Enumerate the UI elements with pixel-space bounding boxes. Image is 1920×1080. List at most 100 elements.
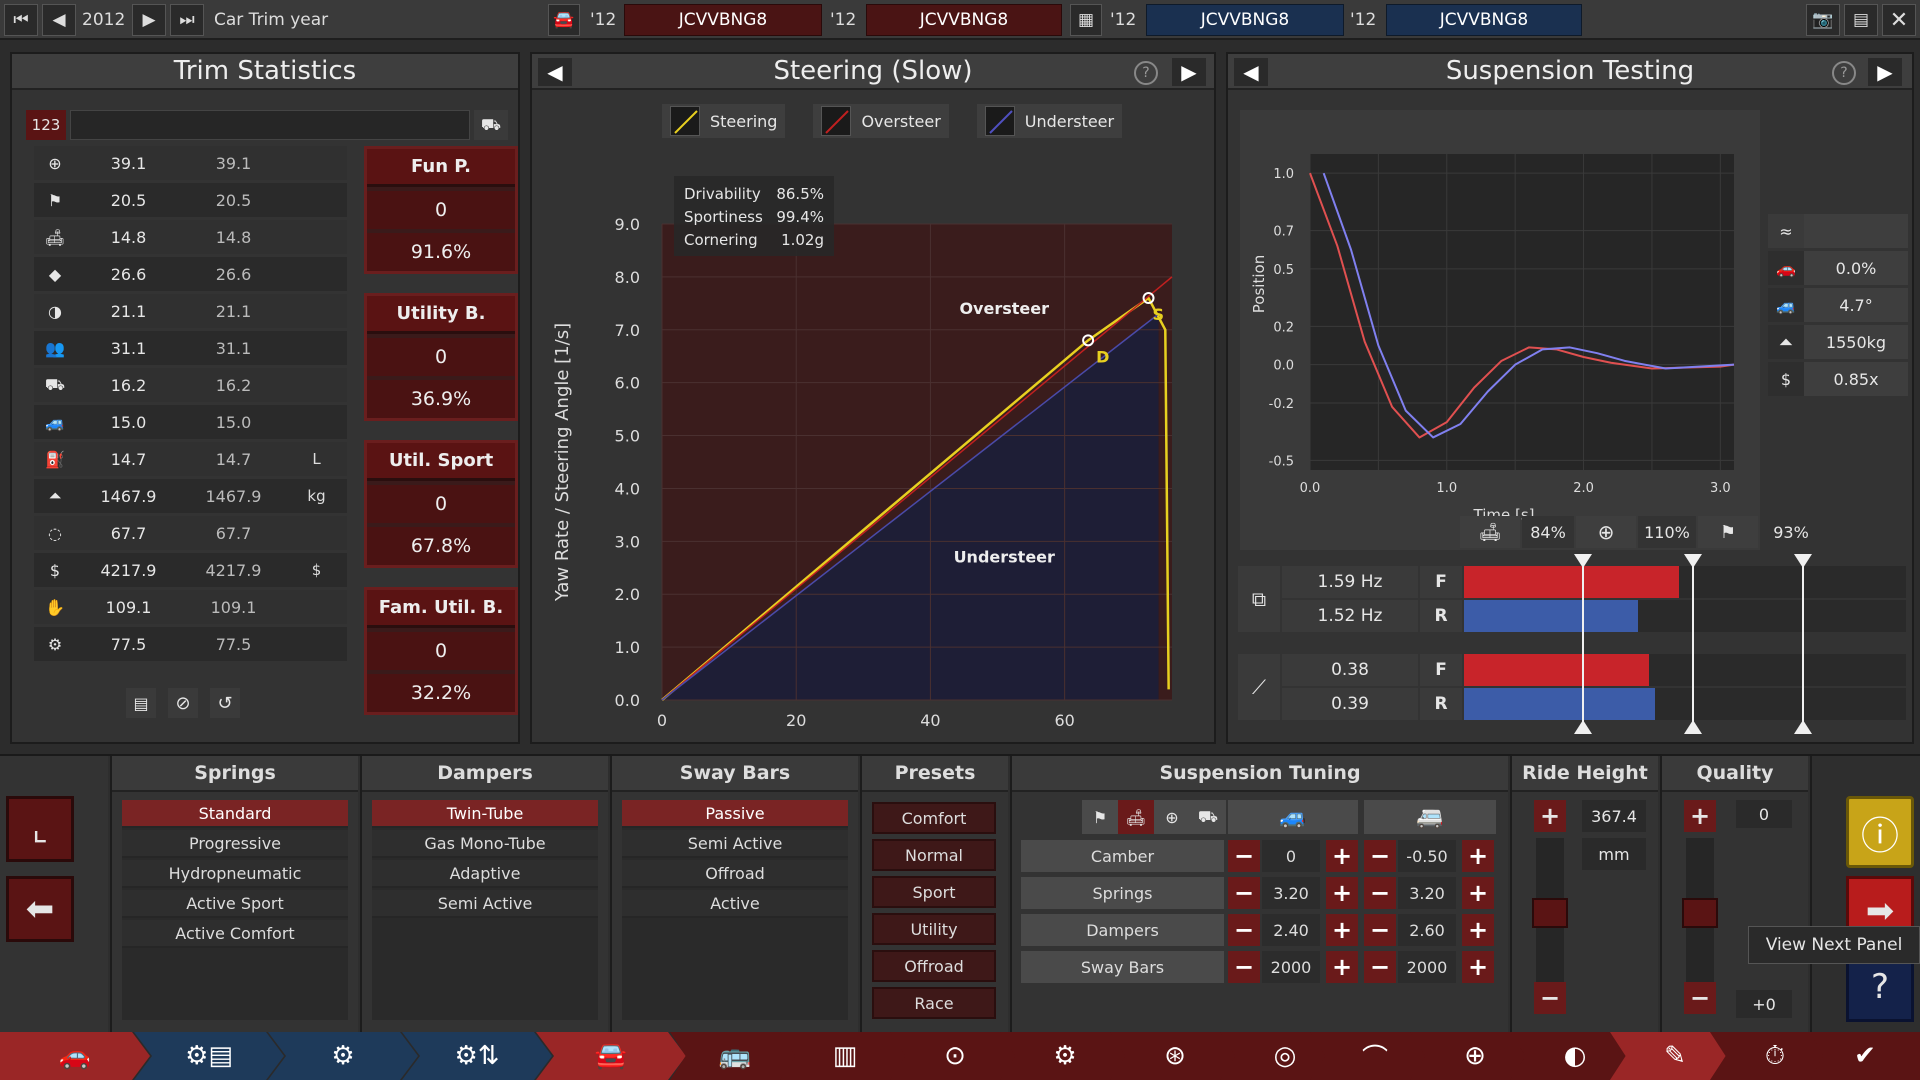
trim-name-input[interactable] [70, 110, 470, 140]
first-year-button[interactable]: ⏮ [4, 4, 38, 36]
legend-swatch-oversteer [821, 106, 852, 136]
front-increase-button[interactable]: + [1326, 951, 1358, 983]
preset-button[interactable]: Sport [872, 876, 996, 908]
sway-option[interactable]: Passive [622, 800, 848, 828]
car-body-icon[interactable]: 🚗 [0, 1032, 150, 1080]
quality-slider-handle[interactable] [1682, 898, 1718, 928]
springs-option[interactable]: Standard [122, 800, 348, 828]
prev-year-button[interactable]: ◀ [42, 4, 76, 36]
rear-decrease-button[interactable]: − [1364, 951, 1396, 983]
calculator-icon[interactable]: ▤ [1844, 4, 1878, 36]
steering-stat: Sportiness 99.4% [684, 205, 824, 228]
suspension-testing-panel: Suspension Testing ◀ ? ▶ 1.0 0.7 0.5 0.2 0.0… [1226, 52, 1914, 744]
rear-increase-button[interactable]: + [1462, 914, 1494, 946]
close-icon[interactable]: ✕ [1882, 4, 1916, 36]
springs-option[interactable]: Progressive [122, 830, 348, 858]
rear-increase-button[interactable]: + [1462, 877, 1494, 909]
next-panel-button[interactable]: ▶ [1868, 58, 1902, 86]
wheel-icon[interactable]: ⊛ [1110, 1032, 1240, 1080]
ride-height-decrease[interactable]: − [1534, 982, 1566, 1014]
help-icon[interactable]: ? [1832, 61, 1856, 85]
compare-slot-2[interactable]: JCVVBNG8 [866, 4, 1062, 36]
sway-option[interactable]: Active [622, 890, 848, 918]
preset-button[interactable]: Race [872, 987, 996, 1019]
disable-icon[interactable]: ⊘ [168, 688, 198, 718]
next-panel-button[interactable]: ▶ [1172, 58, 1206, 86]
preset-button[interactable]: Offroad [872, 950, 996, 982]
legend-oversteer[interactable]: Oversteer [813, 104, 949, 138]
front-increase-button[interactable]: + [1326, 914, 1358, 946]
reset-icon[interactable]: ↺ [210, 688, 240, 718]
legend-steering[interactable]: Steering [662, 104, 786, 138]
car-icon[interactable]: 🚘 [548, 4, 580, 36]
marker-d-label: D [1096, 347, 1109, 366]
interior-icon[interactable]: ▥ [780, 1032, 910, 1080]
trim-stat-row: 🚙 15.0 15.0 [34, 405, 347, 439]
car-select-icon[interactable]: ⛟ [474, 110, 508, 140]
gearbox-icon[interactable]: ⚙ [1000, 1032, 1130, 1080]
truck-icon[interactable]: ⛟ [1190, 800, 1226, 834]
stat-compare: 15.0 [215, 412, 252, 432]
chassis-tune-icon[interactable]: 🚘 [536, 1032, 686, 1080]
axes-icon[interactable]: ⌞ [6, 796, 74, 862]
sway-option[interactable]: Offroad [622, 860, 848, 888]
report-icon[interactable]: ▤ [126, 688, 156, 718]
sway-option[interactable]: Semi Active [622, 830, 848, 858]
suspension-tuning-title: Suspension Tuning [1012, 756, 1508, 792]
rear-decrease-button[interactable]: − [1364, 914, 1396, 946]
warning-icon[interactable]: ⓘ [1846, 796, 1914, 868]
drivetrain-icon[interactable]: ⊙ [890, 1032, 1020, 1080]
back-arrow-icon[interactable]: ⬅ [6, 876, 74, 942]
stat-current: 15.0 [110, 412, 147, 432]
trim-body-icon[interactable]: 🚌 [670, 1032, 800, 1080]
preset-button[interactable]: Comfort [872, 802, 996, 834]
grid-icon[interactable]: ▦ [1070, 4, 1102, 36]
front-decrease-button[interactable]: − [1228, 914, 1260, 946]
ride-height-slider-handle[interactable] [1532, 898, 1568, 928]
quality-decrease[interactable]: − [1684, 982, 1716, 1014]
rear-decrease-button[interactable]: − [1364, 840, 1396, 872]
dampers-option[interactable]: Gas Mono-Tube [372, 830, 598, 858]
rear-increase-button[interactable]: + [1462, 951, 1494, 983]
engine-tune-icon[interactable]: ⚙⇅ [402, 1032, 552, 1080]
front-decrease-button[interactable]: − [1228, 840, 1260, 872]
engine-block-icon[interactable]: ⚙ [268, 1032, 418, 1080]
springs-option[interactable]: Active Comfort [122, 920, 348, 948]
rear-label: R [1420, 600, 1462, 632]
prev-panel-button[interactable]: ◀ [538, 58, 572, 86]
dampers-option[interactable]: Twin-Tube [372, 800, 598, 828]
front-decrease-button[interactable]: − [1228, 951, 1260, 983]
damping-front: 0.38 [1282, 654, 1418, 686]
last-year-button[interactable]: ⏭ [170, 4, 204, 36]
rear-decrease-button[interactable]: − [1364, 877, 1396, 909]
compare-slot-4[interactable]: JCVVBNG8 [1386, 4, 1582, 36]
race-flag-icon[interactable]: ⚑ [1082, 800, 1118, 834]
preset-button[interactable]: Utility [872, 913, 996, 945]
dampers-option[interactable]: Semi Active [372, 890, 598, 918]
prev-panel-button[interactable]: ◀ [1234, 58, 1268, 86]
preset-button[interactable]: Normal [872, 839, 996, 871]
rear-increase-button[interactable]: + [1462, 840, 1494, 872]
help-icon[interactable]: ? [1134, 61, 1158, 85]
next-year-button[interactable]: ▶ [132, 4, 166, 36]
front-increase-button[interactable]: + [1326, 840, 1358, 872]
springs-option[interactable]: Active Sport [122, 890, 348, 918]
engine-plan-icon[interactable]: ⚙▤ [134, 1032, 284, 1080]
steering-wheel-icon[interactable]: ⊕ [1154, 800, 1190, 834]
compare-slot-3[interactable]: JCVVBNG8 [1146, 4, 1344, 36]
springs-option[interactable]: Hydropneumatic [122, 860, 348, 888]
x-tick-label: 2.0 [1573, 481, 1594, 496]
front-increase-button[interactable]: + [1326, 877, 1358, 909]
compare-slot-1[interactable]: JCVVBNG8 [624, 4, 822, 36]
seat-icon[interactable]: 🛋 [1118, 800, 1154, 834]
quality-increase[interactable]: + [1684, 800, 1716, 832]
front-decrease-button[interactable]: − [1228, 877, 1260, 909]
score-box: Fam. Util. B. 0 32.2% [364, 587, 518, 715]
steering-wheel-icon: ⊕ [48, 153, 62, 173]
checkmark-icon[interactable]: ✔ [1810, 1032, 1920, 1080]
legend-understeer[interactable]: Understeer [976, 104, 1123, 138]
camera-icon[interactable]: 📷 [1806, 4, 1840, 36]
y-tick-label: -0.2 [1269, 397, 1294, 412]
dampers-option[interactable]: Adaptive [372, 860, 598, 888]
ride-height-increase[interactable]: + [1534, 800, 1566, 832]
